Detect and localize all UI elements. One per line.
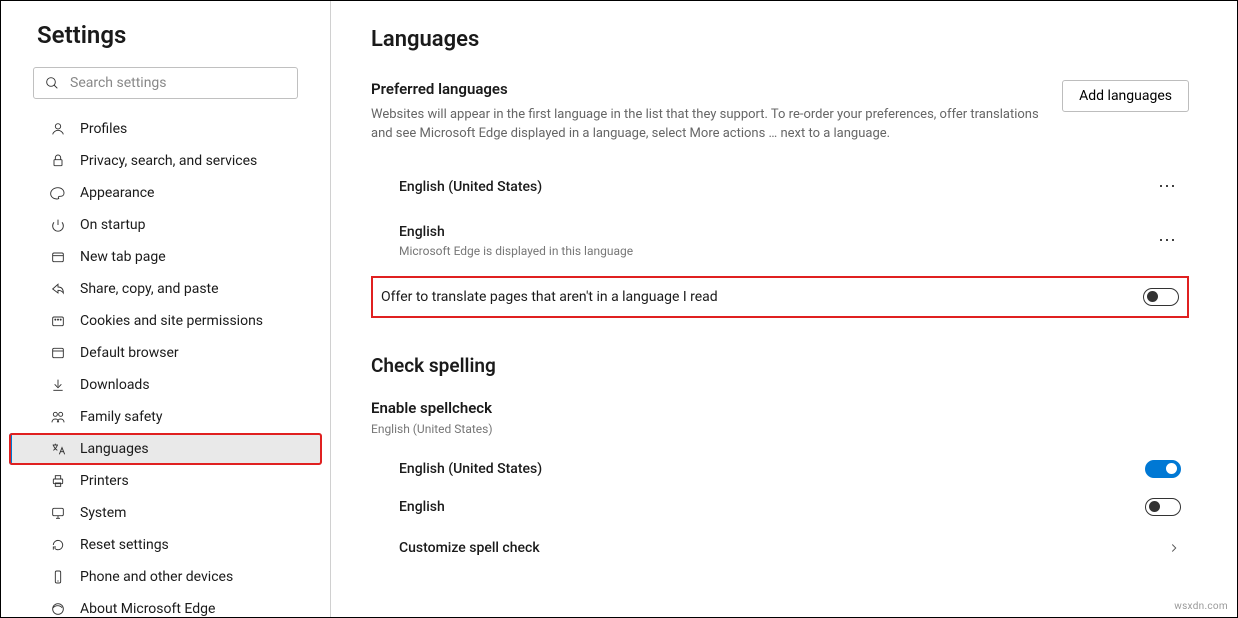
edge-icon — [50, 601, 66, 617]
sidebar-item-privacy[interactable]: Privacy, search, and services — [9, 145, 322, 177]
sidebar-item-label: Default browser — [80, 345, 179, 361]
sidebar-item-label: Cookies and site permissions — [80, 313, 263, 329]
sidebar-item-startup[interactable]: On startup — [9, 209, 322, 241]
lock-icon — [50, 153, 66, 169]
search-icon — [44, 75, 60, 91]
sidebar-item-phone[interactable]: Phone and other devices — [9, 561, 322, 593]
share-icon — [50, 281, 66, 297]
printer-icon — [50, 473, 66, 489]
sidebar-item-label: Profiles — [80, 121, 127, 137]
main-content: Languages Preferred languages Websites w… — [331, 1, 1237, 617]
enable-spellcheck-block: Enable spellcheck English (United States… — [371, 399, 1189, 436]
sidebar-item-default[interactable]: Default browser — [9, 337, 322, 369]
sidebar-item-label: Downloads — [80, 377, 150, 393]
preferred-description: Websites will appear in the first langua… — [371, 106, 1042, 144]
sidebar-item-label: On startup — [80, 217, 146, 233]
sidebar-item-label: Printers — [80, 473, 129, 489]
sidebar-item-family[interactable]: Family safety — [9, 401, 322, 433]
sidebar-item-label: Appearance — [80, 185, 154, 201]
sidebar-item-label: Phone and other devices — [80, 569, 233, 585]
more-actions-button[interactable]: ⋯ — [1155, 174, 1181, 200]
sidebar-item-cookies[interactable]: Cookies and site permissions — [9, 305, 322, 337]
enable-spellcheck-sub: English (United States) — [371, 422, 1189, 436]
sidebar-item-appearance[interactable]: Appearance — [9, 177, 322, 209]
sidebar-item-about[interactable]: About Microsoft Edge — [9, 593, 322, 617]
spellcheck-item: English (United States) — [371, 450, 1189, 488]
language-item: English Microsoft Edge is displayed in t… — [371, 212, 1189, 270]
language-icon — [50, 441, 66, 457]
search-box[interactable] — [33, 67, 298, 99]
sidebar-item-system[interactable]: System — [9, 497, 322, 529]
language-item: English (United States) ⋯ — [371, 162, 1189, 212]
spellcheck-name: English — [399, 499, 445, 515]
browser-icon — [50, 345, 66, 361]
spellcheck-toggle[interactable] — [1145, 460, 1181, 478]
add-languages-button[interactable]: Add languages — [1062, 80, 1189, 112]
sidebar-item-newtab[interactable]: New tab page — [9, 241, 322, 273]
watermark-text: wsxdn.com — [1174, 601, 1228, 612]
sidebar-item-printers[interactable]: Printers — [9, 465, 322, 497]
family-icon — [50, 409, 66, 425]
spelling-section: Check spelling Enable spellcheck English… — [371, 354, 1189, 570]
language-list: English (United States) ⋯ English Micros… — [371, 162, 1189, 270]
sidebar-item-label: Family safety — [80, 409, 162, 425]
translate-setting-row: Offer to translate pages that aren't in … — [371, 276, 1189, 318]
tab-icon — [50, 249, 66, 265]
preferred-languages-header: Preferred languages Websites will appear… — [371, 80, 1189, 144]
sidebar-item-label: System — [80, 505, 126, 521]
power-icon — [50, 217, 66, 233]
system-icon — [50, 505, 66, 521]
sidebar-item-label: Privacy, search, and services — [80, 153, 257, 169]
translate-label: Offer to translate pages that aren't in … — [381, 289, 718, 305]
spellcheck-list: English (United States) English — [371, 450, 1189, 526]
sidebar-item-label: Share, copy, and paste — [80, 281, 219, 297]
sidebar-item-label: Reset settings — [80, 537, 169, 553]
spellcheck-item: English — [371, 488, 1189, 526]
sidebar-title: Settings — [9, 21, 322, 67]
language-name: English (United States) — [399, 179, 542, 195]
page-title: Languages — [371, 27, 1189, 52]
sidebar-item-downloads[interactable]: Downloads — [9, 369, 322, 401]
sidebar-item-reset[interactable]: Reset settings — [9, 529, 322, 561]
download-icon — [50, 377, 66, 393]
spellcheck-toggle[interactable] — [1145, 498, 1181, 516]
spellcheck-name: English (United States) — [399, 461, 542, 477]
profile-icon — [50, 121, 66, 137]
appearance-icon — [50, 185, 66, 201]
spelling-title: Check spelling — [371, 354, 1189, 377]
settings-sidebar: Settings Profiles Privacy, search, and s… — [1, 1, 331, 617]
sidebar-item-label: New tab page — [80, 249, 166, 265]
customize-label: Customize spell check — [399, 540, 540, 556]
search-input[interactable] — [70, 75, 287, 91]
chevron-right-icon — [1167, 541, 1181, 555]
sidebar-list: Profiles Privacy, search, and services A… — [9, 113, 322, 617]
sidebar-item-languages[interactable]: Languages — [9, 433, 322, 465]
language-sub: Microsoft Edge is displayed in this lang… — [399, 244, 633, 258]
sidebar-item-profiles[interactable]: Profiles — [9, 113, 322, 145]
cookies-icon — [50, 313, 66, 329]
customize-spellcheck-row[interactable]: Customize spell check — [371, 526, 1189, 570]
phone-icon — [50, 569, 66, 585]
enable-spellcheck-title: Enable spellcheck — [371, 399, 1189, 417]
sidebar-item-label: About Microsoft Edge — [80, 601, 215, 617]
preferred-heading: Preferred languages — [371, 80, 1042, 98]
sidebar-item-label: Languages — [80, 441, 149, 457]
translate-toggle[interactable] — [1143, 288, 1179, 306]
more-actions-button[interactable]: ⋯ — [1155, 228, 1181, 254]
language-name: English — [399, 224, 633, 240]
reset-icon — [50, 537, 66, 553]
sidebar-item-share[interactable]: Share, copy, and paste — [9, 273, 322, 305]
